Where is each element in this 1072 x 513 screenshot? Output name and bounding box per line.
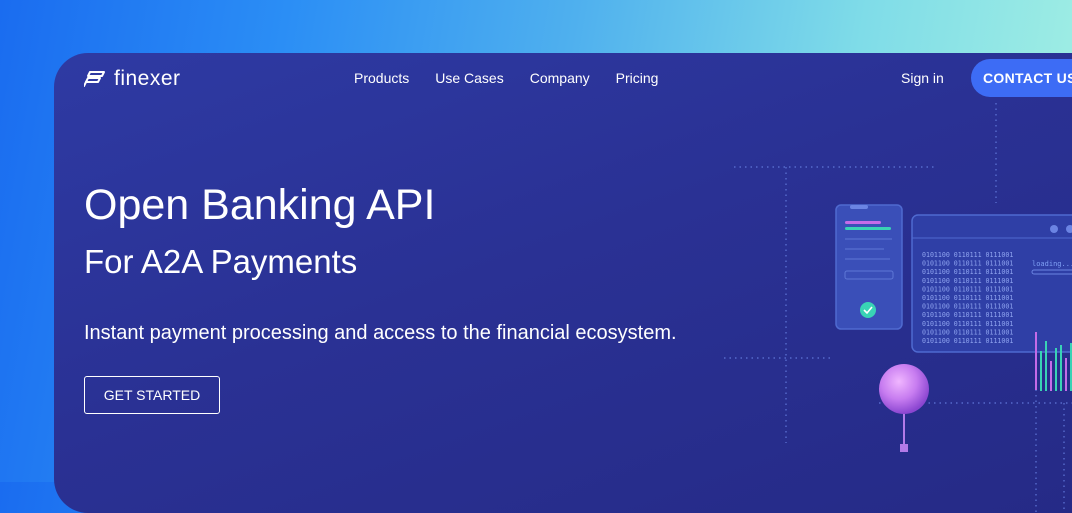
binary-line: 0101100 0110111 0111001	[922, 260, 1013, 268]
binary-line: 0101100 0110111 0111001	[922, 294, 1013, 302]
binary-line: 0101100 0110111 0111001	[922, 337, 1013, 345]
contact-us-button[interactable]: CONTACT US	[971, 59, 1072, 97]
phone-mockup	[835, 204, 903, 330]
logo[interactable]: finexer	[84, 67, 181, 91]
binary-line: 0101100 0110111 0111001	[922, 328, 1013, 336]
hero-card: finexer Products Use Cases Company Prici…	[54, 53, 1072, 513]
hero-description: Instant payment processing and access to…	[84, 322, 677, 344]
nav-use-cases[interactable]: Use Cases	[435, 70, 503, 86]
nav-pricing[interactable]: Pricing	[616, 70, 659, 86]
binary-line: 0101100 0110111 0111001	[922, 303, 1013, 311]
get-started-button[interactable]: GET STARTED	[84, 376, 220, 414]
logo-text: finexer	[114, 67, 181, 90]
hero-title: Open Banking API	[84, 181, 436, 229]
binary-line: 0101100 0110111 0111001	[922, 277, 1013, 285]
nav-company[interactable]: Company	[530, 70, 590, 86]
binary-line: 0101100 0110111 0111001	[922, 268, 1013, 276]
binary-line: 0101100 0110111 0111001	[922, 251, 1013, 259]
nav-links: Products Use Cases Company Pricing	[354, 70, 658, 86]
binary-line: 0101100 0110111 0111001	[922, 311, 1013, 319]
nav-products[interactable]: Products	[354, 70, 409, 86]
binary-line: 0101100 0110111 0111001	[922, 285, 1013, 293]
binary-text-block: 0101100 0110111 01110010101100 0110111 0…	[922, 251, 1013, 345]
finexer-logo-icon	[84, 71, 105, 87]
hero-subtitle: For A2A Payments	[84, 243, 358, 280]
loading-label: loading....	[1032, 260, 1072, 268]
binary-line: 0101100 0110111 0111001	[922, 320, 1013, 328]
top-nav: finexer Products Use Cases Company Prici…	[54, 53, 1072, 103]
hero-illustration: 0101100 0110111 01110010101100 0110111 0…	[724, 103, 1072, 513]
connector-sphere	[879, 364, 929, 452]
sign-in-link[interactable]: Sign in	[901, 70, 944, 86]
